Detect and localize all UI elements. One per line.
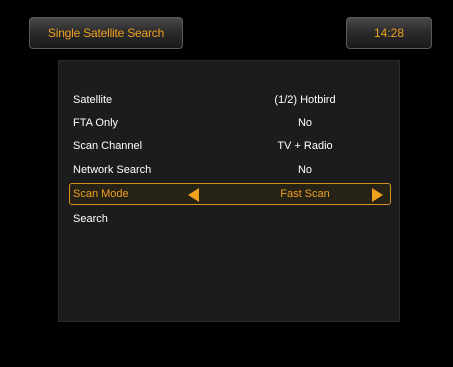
menu-row-value: No (297, 164, 313, 176)
window-title: Single Satellite Search (47, 26, 165, 40)
right-arrow-icon[interactable] (372, 188, 383, 202)
settings-panel: Satellite (1/2) Hotbird FTA Only No Scan… (58, 60, 400, 322)
left-arrow-icon[interactable] (188, 188, 199, 202)
window-title-box: Single Satellite Search (29, 17, 183, 49)
menu-row-satellite[interactable]: Satellite (1/2) Hotbird (69, 89, 391, 111)
menu-row-label: Scan Channel (73, 140, 143, 152)
menu-row-label: Search (73, 213, 108, 225)
clock-box: 14:28 (346, 17, 432, 49)
menu-row-value: TV + Radio (277, 140, 333, 152)
menu-row-value: Fast Scan (280, 188, 330, 200)
menu-row-value: No (297, 117, 313, 129)
clock-time: 14:28 (373, 26, 405, 40)
menu-row-search[interactable]: Search (69, 208, 391, 230)
menu-row-scan-mode[interactable]: Scan Mode Fast Scan (69, 183, 391, 205)
menu-row-fta-only[interactable]: FTA Only No (69, 112, 391, 134)
menu-row-scan-channel[interactable]: Scan Channel TV + Radio (69, 135, 391, 157)
menu-row-label: Scan Mode (73, 188, 129, 200)
menu-row-label: FTA Only (73, 117, 119, 129)
menu-row-network-search[interactable]: Network Search No (69, 159, 391, 181)
menu-row-label: Satellite (73, 94, 113, 106)
menu-row-label: Network Search (73, 164, 152, 176)
menu-row-value: (1/2) Hotbird (274, 94, 336, 106)
tv-menu-screen: Single Satellite Search 14:28 Satellite … (0, 0, 453, 367)
